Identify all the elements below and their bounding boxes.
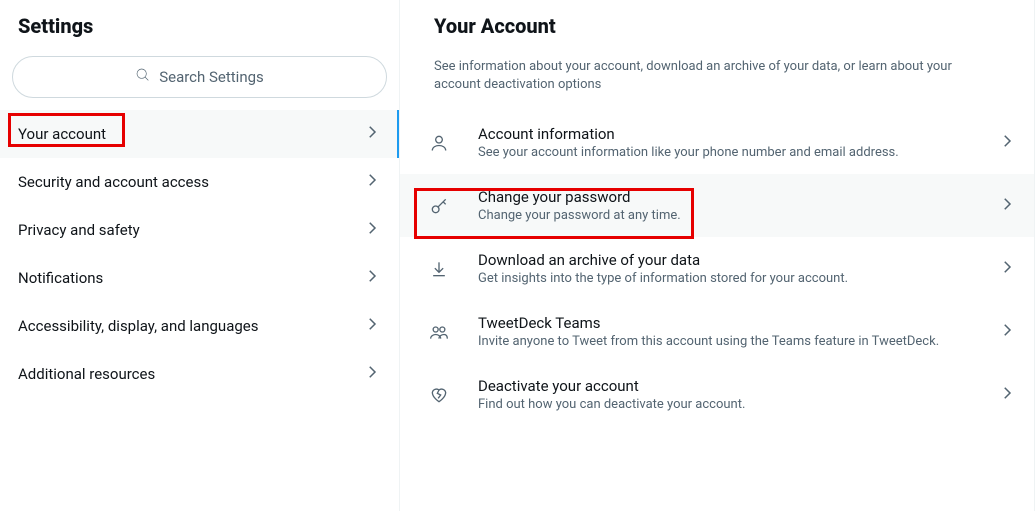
page-subtitle: See information about your account, down… [400, 48, 1034, 111]
option-title: Change your password [478, 188, 980, 206]
sidebar-item-label: Additional resources [18, 365, 155, 383]
person-icon [418, 133, 460, 153]
chevron-right-icon [363, 267, 381, 289]
chevron-right-icon [363, 123, 381, 145]
chevron-right-icon [998, 258, 1016, 280]
option-title: Account information [478, 125, 980, 143]
chevron-right-icon [998, 195, 1016, 217]
chevron-right-icon [363, 171, 381, 193]
key-icon [418, 196, 460, 216]
search-placeholder: Search Settings [159, 68, 264, 86]
nav-list: Your account Security and account access… [0, 110, 399, 398]
option-desc: Get insights into the type of informatio… [478, 271, 980, 286]
chevron-right-icon [998, 321, 1016, 343]
option-text: Download an archive of your data Get ins… [478, 251, 980, 286]
chevron-right-icon [363, 363, 381, 385]
main-panel: Your Account See information about your … [400, 0, 1035, 511]
option-text: Account information See your account inf… [478, 125, 980, 160]
sidebar-item-notifications[interactable]: Notifications [0, 254, 399, 302]
sidebar-item-additional[interactable]: Additional resources [0, 350, 399, 398]
sidebar-item-accessibility[interactable]: Accessibility, display, and languages [0, 302, 399, 350]
settings-title: Settings [0, 0, 399, 56]
people-icon [418, 322, 460, 342]
option-text: Deactivate your account Find out how you… [478, 377, 980, 412]
sidebar-item-label: Accessibility, display, and languages [18, 317, 258, 335]
heartbreak-icon [418, 385, 460, 405]
download-icon [418, 259, 460, 279]
option-tweetdeck-teams[interactable]: TweetDeck Teams Invite anyone to Tweet f… [400, 300, 1034, 363]
sidebar-item-security[interactable]: Security and account access [0, 158, 399, 206]
option-account-information[interactable]: Account information See your account inf… [400, 111, 1034, 174]
option-change-password[interactable]: Change your password Change your passwor… [400, 174, 1034, 237]
sidebar-item-privacy[interactable]: Privacy and safety [0, 206, 399, 254]
option-deactivate[interactable]: Deactivate your account Find out how you… [400, 363, 1034, 426]
option-title: Deactivate your account [478, 377, 980, 395]
chevron-right-icon [998, 132, 1016, 154]
sidebar-item-label: Privacy and safety [18, 221, 140, 239]
sidebar-item-label: Notifications [18, 269, 103, 287]
search-input[interactable]: Search Settings [12, 56, 387, 98]
page-title: Your Account [400, 0, 1034, 48]
settings-sidebar: Settings Search Settings Your account Se… [0, 0, 400, 511]
chevron-right-icon [363, 219, 381, 241]
option-title: Download an archive of your data [478, 251, 980, 269]
option-text: Change your password Change your passwor… [478, 188, 980, 223]
search-wrap: Search Settings [0, 56, 399, 110]
option-desc: See your account information like your p… [478, 145, 980, 160]
chevron-right-icon [363, 315, 381, 337]
chevron-right-icon [998, 384, 1016, 406]
sidebar-item-label: Your account [18, 125, 106, 143]
option-desc: Find out how you can deactivate your acc… [478, 397, 980, 412]
option-desc: Change your password at any time. [478, 208, 980, 223]
option-text: TweetDeck Teams Invite anyone to Tweet f… [478, 314, 980, 349]
option-download-archive[interactable]: Download an archive of your data Get ins… [400, 237, 1034, 300]
option-desc: Invite anyone to Tweet from this account… [478, 334, 980, 349]
sidebar-item-your-account[interactable]: Your account [0, 110, 399, 158]
option-title: TweetDeck Teams [478, 314, 980, 332]
sidebar-item-label: Security and account access [18, 173, 209, 191]
search-icon [135, 67, 151, 87]
